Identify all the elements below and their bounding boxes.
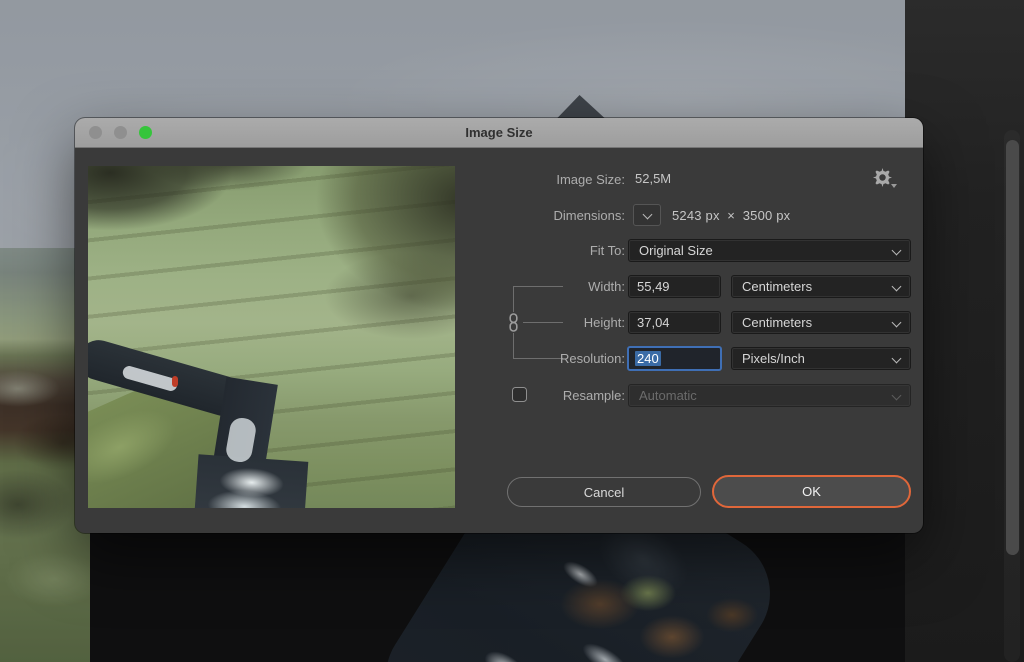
width-unit-value: Centimeters [742,279,812,294]
dimensions-label: Dimensions: [375,208,625,223]
dialog-titlebar[interactable]: Image Size [75,118,923,148]
chevron-down-icon [892,354,902,364]
gear-menu-arrow [891,184,897,188]
resolution-unit-value: Pixels/Inch [742,351,805,366]
height-input[interactable] [628,311,721,334]
dimensions-width: 5243 px [672,208,720,223]
resolution-selected-text: 240 [635,351,661,366]
preview-person-red [172,376,178,387]
fit-to-select[interactable]: Original Size [628,239,911,262]
dimensions-value: 5243 px × 3500 px [672,208,790,223]
height-unit-value: Centimeters [742,315,812,330]
height-unit-select[interactable]: Centimeters [731,311,911,334]
dimensions-height: 3500 px [743,208,791,223]
chevron-down-icon [892,391,902,401]
width-label: Width: [375,279,625,294]
chevron-down-icon [892,282,902,292]
dimensions-unit-chevron-icon[interactable] [633,204,661,226]
scrollbar-thumb[interactable] [1006,140,1019,555]
image-size-value: 52,5M [635,171,671,186]
resample-select: Automatic [628,384,911,407]
fit-to-label: Fit To: [375,243,625,258]
resample-label: Resample: [375,388,625,403]
chevron-down-icon [892,246,902,256]
dialog-title: Image Size [75,118,923,148]
photoshop-screen: Image Size Image Size: 52,5M [0,0,1024,662]
image-size-label: Image Size: [375,172,625,187]
gear-icon[interactable] [869,168,895,190]
ok-button[interactable]: OK [712,475,911,508]
height-label: Height: [375,315,625,330]
resolution-label: Resolution: [375,351,625,366]
image-size-dialog: Image Size Image Size: 52,5M [75,118,923,533]
resolution-unit-select[interactable]: Pixels/Inch [731,347,911,370]
times-sign: × [727,208,735,223]
chevron-down-icon [643,210,653,220]
chevron-down-icon [892,318,902,328]
width-unit-select[interactable]: Centimeters [731,275,911,298]
resample-value: Automatic [639,388,697,403]
fit-to-value: Original Size [639,243,713,258]
preview-river-rapids [194,454,309,508]
resolution-input[interactable]: 240 [627,346,722,371]
cancel-button[interactable]: Cancel [507,477,701,507]
width-input[interactable] [628,275,721,298]
